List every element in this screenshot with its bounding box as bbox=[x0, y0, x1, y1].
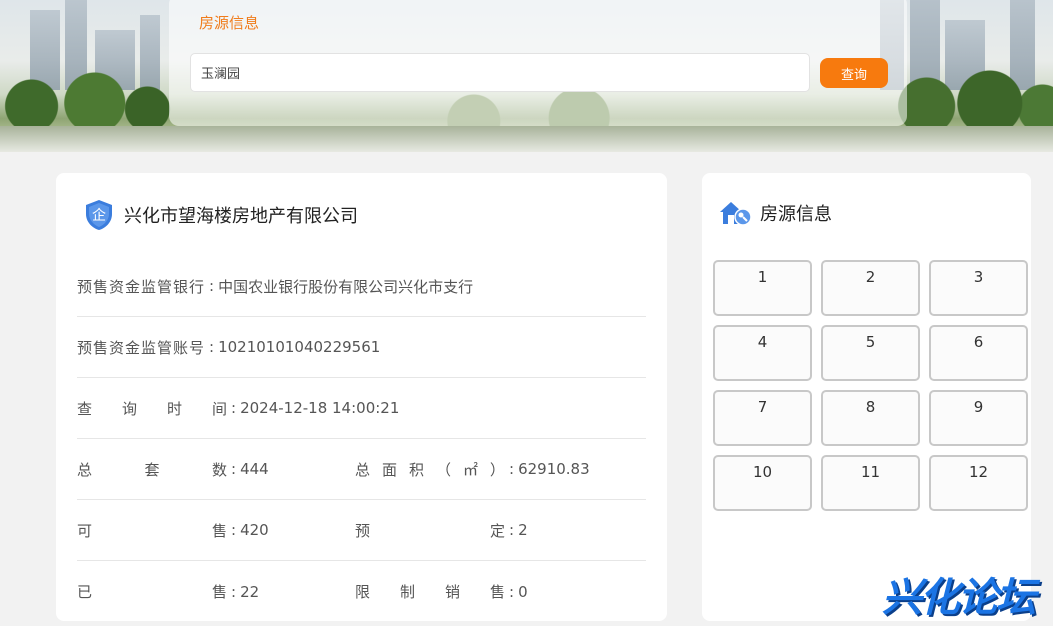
reserved-label: 预定 bbox=[355, 521, 505, 540]
unit-button[interactable]: 11 bbox=[821, 455, 920, 511]
row-bank: 预售资金监管银行 : 中国农业银行股份有限公司兴化市支行 bbox=[77, 256, 646, 317]
query-time-label: 查询时间 bbox=[77, 399, 227, 418]
unit-button[interactable]: 3 bbox=[929, 260, 1028, 316]
search-title: 房源信息 bbox=[199, 14, 260, 32]
search-input[interactable] bbox=[190, 53, 810, 92]
row-sellable: 可售 : 420 预定 : 2 bbox=[77, 500, 646, 561]
sellable-value: 420 bbox=[240, 521, 269, 539]
search-panel: 房源信息 查询 bbox=[169, 0, 907, 126]
company-card: 企 兴化市望海楼房地产有限公司 预售资金监管银行 : 中国农业银行股份有限公司兴… bbox=[56, 173, 667, 621]
unit-button[interactable]: 8 bbox=[821, 390, 920, 446]
houses-header: 房源信息 bbox=[718, 199, 832, 227]
total-area-value: 62910.83 bbox=[518, 460, 590, 478]
bank-label: 预售资金监管银行 bbox=[77, 277, 206, 296]
company-name: 兴化市望海楼房地产有限公司 bbox=[124, 206, 358, 227]
forum-watermark: 兴化论坛 bbox=[882, 575, 1036, 621]
sold-label: 已售 bbox=[77, 583, 227, 601]
shield-icon-text: 企 bbox=[92, 207, 106, 224]
unit-button[interactable]: 1 bbox=[713, 260, 812, 316]
unit-button[interactable]: 2 bbox=[821, 260, 920, 316]
restricted-value: 0 bbox=[518, 582, 528, 601]
hero-banner: 房源信息 查询 bbox=[0, 0, 1053, 152]
account-label: 预售资金监管账号 bbox=[77, 338, 206, 357]
unit-button[interactable]: 10 bbox=[713, 455, 812, 511]
sellable-label: 可售 bbox=[77, 521, 227, 540]
total-units-value: 444 bbox=[240, 460, 269, 478]
unit-button[interactable]: 5 bbox=[821, 325, 920, 381]
enterprise-shield-icon: 企 bbox=[86, 200, 112, 230]
houses-card: 房源信息 1 2 3 4 5 6 7 8 9 10 11 12 bbox=[702, 173, 1031, 621]
unit-button[interactable]: 6 bbox=[929, 325, 1028, 381]
unit-button[interactable]: 12 bbox=[929, 455, 1028, 511]
sold-value: 22 bbox=[240, 582, 260, 601]
query-time-value: 2024-12-18 14:00:21 bbox=[240, 399, 400, 417]
house-key-icon bbox=[720, 202, 752, 226]
unit-button[interactable]: 7 bbox=[713, 390, 812, 446]
account-value: 10210101040229561 bbox=[218, 338, 381, 356]
total-units-label: 总套数 bbox=[77, 460, 227, 479]
unit-button[interactable]: 4 bbox=[713, 325, 812, 381]
info-rows: 预售资金监管银行 : 中国农业银行股份有限公司兴化市支行 预售资金监管账号 : … bbox=[77, 256, 646, 622]
company-header: 企 兴化市望海楼房地产有限公司 bbox=[84, 200, 358, 230]
restricted-label: 限制销售 bbox=[355, 583, 505, 601]
houses-title: 房源信息 bbox=[760, 204, 832, 225]
reserved-value: 2 bbox=[518, 521, 528, 539]
row-query-time: 查询时间 : 2024-12-18 14:00:21 bbox=[77, 378, 646, 439]
unit-button[interactable]: 9 bbox=[929, 390, 1028, 446]
units-grid: 1 2 3 4 5 6 7 8 9 10 11 12 bbox=[713, 260, 1028, 511]
row-sold: 已售 : 22 限制销售 : 0 bbox=[77, 582, 528, 602]
row-account: 预售资金监管账号 : 10210101040229561 bbox=[77, 317, 646, 378]
bank-value: 中国农业银行股份有限公司兴化市支行 bbox=[218, 277, 474, 296]
search-button[interactable]: 查询 bbox=[820, 58, 888, 88]
total-area-label: 总面积（㎡） bbox=[355, 460, 505, 479]
row-totals: 总套数 : 444 总面积（㎡） : 62910.83 bbox=[77, 439, 646, 500]
